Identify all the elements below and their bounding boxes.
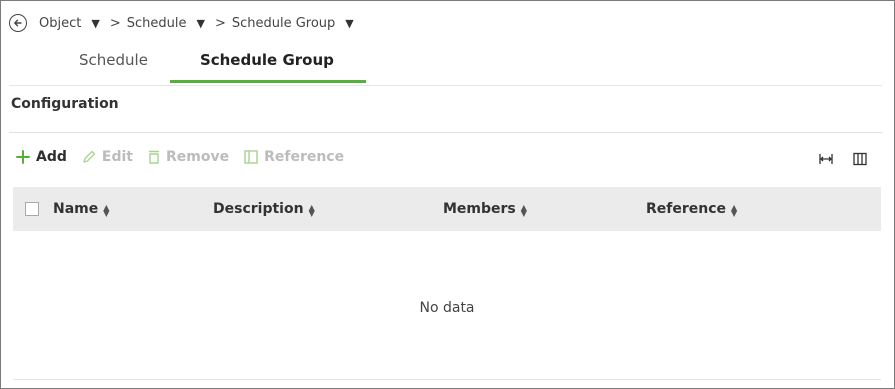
- caret-down-icon[interactable]: ▼: [345, 17, 353, 30]
- tabs-divider: [9, 85, 882, 86]
- breadcrumb-label: Object: [39, 15, 82, 31]
- trash-icon: [147, 149, 161, 165]
- tab-schedule-group[interactable]: Schedule Group: [169, 43, 366, 83]
- sort-icon[interactable]: ▲ ▼: [309, 202, 315, 217]
- toolbar: Add Edit Remove Reference: [15, 149, 358, 165]
- back-button[interactable]: [9, 14, 27, 32]
- section-divider: [9, 132, 882, 133]
- arrow-left-icon: [14, 19, 22, 27]
- select-all-checkbox[interactable]: [25, 202, 39, 216]
- add-button[interactable]: Add: [15, 149, 67, 165]
- caret-down-icon[interactable]: ▼: [91, 17, 99, 30]
- breadcrumb-label: Schedule Group: [231, 15, 336, 31]
- column-label: Members: [443, 201, 516, 217]
- column-label: Reference: [646, 201, 727, 217]
- reference-label: Reference: [264, 149, 345, 165]
- table-body: No data: [13, 231, 881, 380]
- add-label: Add: [36, 149, 67, 165]
- tab-schedule[interactable]: Schedule: [61, 43, 174, 83]
- breadcrumb-label: Schedule: [126, 15, 187, 31]
- column-header-name[interactable]: Name ▲ ▼: [53, 201, 213, 217]
- toolbar-right: [800, 151, 868, 167]
- section-title: Configuration: [11, 96, 119, 112]
- sort-icon[interactable]: ▲ ▼: [521, 202, 527, 217]
- breadcrumb-separator: >: [214, 15, 226, 31]
- caret-down-icon[interactable]: ▼: [196, 17, 204, 30]
- sort-icon[interactable]: ▲ ▼: [103, 202, 109, 217]
- pencil-icon: [81, 149, 97, 165]
- columns-icon[interactable]: [852, 151, 868, 167]
- empty-state-text: No data: [419, 300, 475, 316]
- reference-icon: [243, 149, 259, 165]
- column-label: Name: [53, 201, 99, 217]
- edit-button[interactable]: Edit: [81, 149, 133, 165]
- breadcrumb-item-schedule-group[interactable]: Schedule Group ▼: [232, 16, 364, 31]
- column-label: Description: [213, 201, 304, 217]
- tab-bar: Schedule Schedule Group: [61, 43, 366, 83]
- sort-icon[interactable]: ▲ ▼: [731, 202, 737, 217]
- app-frame: Object ▼ > Schedule ▼ > Schedule Group ▼…: [0, 0, 895, 389]
- remove-button[interactable]: Remove: [147, 149, 229, 165]
- breadcrumb-separator: >: [109, 15, 121, 31]
- plus-icon: [15, 149, 31, 165]
- column-header-members[interactable]: Members ▲ ▼: [443, 201, 646, 217]
- table-header: Name ▲ ▼ Description ▲ ▼ Members ▲ ▼ Refere…: [13, 187, 881, 231]
- breadcrumb: Object ▼ > Schedule ▼ > Schedule Group ▼: [9, 11, 364, 35]
- breadcrumb-item-schedule[interactable]: Schedule ▼: [127, 16, 215, 31]
- breadcrumb-item-object[interactable]: Object ▼: [39, 16, 110, 31]
- column-header-reference[interactable]: Reference ▲ ▼: [646, 201, 737, 217]
- edit-label: Edit: [101, 149, 133, 165]
- column-width-icon[interactable]: [818, 151, 834, 167]
- remove-label: Remove: [165, 149, 230, 165]
- column-header-description[interactable]: Description ▲ ▼: [213, 201, 443, 217]
- reference-button[interactable]: Reference: [243, 149, 344, 165]
